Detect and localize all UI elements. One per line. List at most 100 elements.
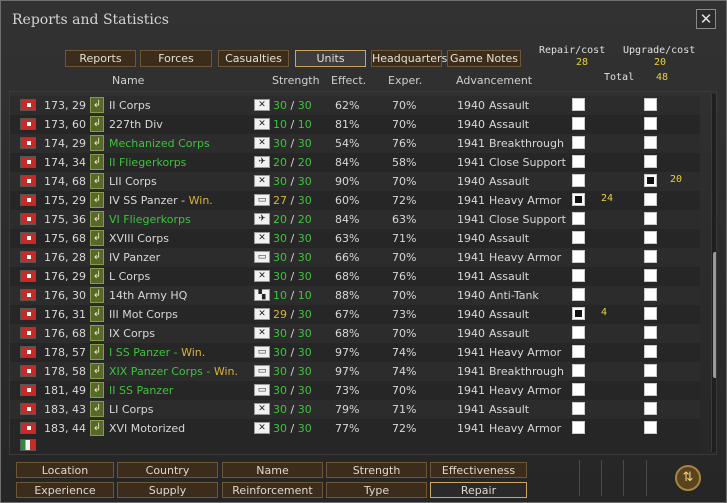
unit-name-text: LII Corps xyxy=(109,175,157,188)
repair-checkbox[interactable] xyxy=(572,345,585,358)
flag-icon xyxy=(20,327,36,339)
table-row[interactable]: 183, 43 ↲ LI Corps ✕ 30 / 30 79% 71% 1941 Assaul… xyxy=(10,400,700,419)
upgrade-checkbox[interactable] xyxy=(644,174,657,187)
table-row[interactable]: 181, 49 ↲ II SS Panzer ▭ 30 / 30 73% 70% 1941 He… xyxy=(10,381,700,400)
repair-checkbox[interactable] xyxy=(572,231,585,244)
unit-experience: 70% xyxy=(392,99,417,112)
table-row[interactable]: 175, 68 ↲ XVIII Corps ✕ 30 / 30 63% 71% 1940 Ass… xyxy=(10,229,700,248)
divider xyxy=(601,460,602,496)
repair-checkbox[interactable] xyxy=(572,421,585,434)
upgrade-checkbox[interactable] xyxy=(644,288,657,301)
table-row[interactable]: 175, 36 ↲ VI Fliegerkorps ✈ 20 / 20 84% 63% 194… xyxy=(10,210,700,229)
upgrade-checkbox[interactable] xyxy=(644,98,657,111)
repair-checkbox[interactable] xyxy=(572,269,585,282)
unit-strength: 20 / 20 xyxy=(273,213,312,226)
repair-checkbox[interactable] xyxy=(572,117,585,130)
tab-reports[interactable]: Reports xyxy=(65,50,136,67)
vertical-scrollbar[interactable] xyxy=(711,94,716,452)
sort-button-country[interactable]: Country xyxy=(117,462,218,478)
table-row[interactable]: 173, 29 ↲ II Corps ✕ 30 / 30 62% 70% 1940 Assaul… xyxy=(10,96,700,115)
table-row[interactable]: 175, 29 ↲ IV SS Panzer - Win. ▭ 27 / 30 60% 72… xyxy=(10,191,700,210)
tab-game-notes[interactable]: Game Notes xyxy=(447,50,521,67)
upgrade-checkbox[interactable] xyxy=(644,250,657,263)
table-row[interactable]: 178, 57 ↲ I SS Panzer - Win. ▭ 30 / 30 97% 74%… xyxy=(10,343,700,362)
repair-checkbox[interactable] xyxy=(572,193,585,206)
col-header-advancement: Advancement xyxy=(456,74,533,87)
upgrade-checkbox[interactable] xyxy=(644,155,657,168)
upgrade-checkbox[interactable] xyxy=(644,307,657,320)
unit-experience: 72% xyxy=(392,194,417,207)
upgrade-checkbox[interactable] xyxy=(644,345,657,358)
table-row[interactable]: 174, 29 ↲ Mechanized Corps ✕ 30 / 30 54% 76% 19… xyxy=(10,134,700,153)
close-icon: ✕ xyxy=(699,10,713,28)
repair-checkbox[interactable] xyxy=(572,364,585,377)
sort-button-repair[interactable]: Repair xyxy=(430,482,527,498)
table-row[interactable]: 176, 30 ↲ 14th Army HQ ▚ 10 / 10 88% 70% 1940 An… xyxy=(10,286,700,305)
sort-button-type[interactable]: Type xyxy=(326,482,427,498)
upgrade-checkbox[interactable] xyxy=(644,136,657,149)
unit-experience: 76% xyxy=(392,270,417,283)
sort-button-location[interactable]: Location xyxy=(16,462,114,478)
repair-checkbox[interactable] xyxy=(572,155,585,168)
sort-button-strength[interactable]: Strength xyxy=(326,462,427,478)
armor-icon: ▭ xyxy=(254,346,270,358)
strength-current: 30 xyxy=(273,175,287,188)
repair-checkbox[interactable] xyxy=(572,136,585,149)
tab-forces[interactable]: Forces xyxy=(140,50,212,67)
sort-button-reinforcement[interactable]: Reinforcement xyxy=(222,482,323,498)
upgrade-checkbox[interactable] xyxy=(644,117,657,130)
strength-max: 20 xyxy=(297,213,312,226)
upgrade-checkbox[interactable] xyxy=(644,193,657,206)
upgrade-checkbox[interactable] xyxy=(644,231,657,244)
repair-checkbox[interactable] xyxy=(572,98,585,111)
sort-button-name[interactable]: Name xyxy=(222,462,323,478)
close-button[interactable]: ✕ xyxy=(696,9,716,29)
repair-checkbox[interactable] xyxy=(572,212,585,225)
flag-icon xyxy=(20,251,36,263)
repair-checkbox[interactable] xyxy=(572,307,585,320)
sort-order-button[interactable]: ⇅ xyxy=(675,465,701,491)
upgrade-checkbox[interactable] xyxy=(644,364,657,377)
sort-button-effectiveness[interactable]: Effectiveness xyxy=(430,462,527,478)
table-row-partial[interactable] xyxy=(10,436,700,454)
advancement-type: Assault xyxy=(489,308,530,321)
repair-checkbox[interactable] xyxy=(572,402,585,415)
repair-checkbox[interactable] xyxy=(572,250,585,263)
upgrade-cost-value: 20 xyxy=(654,57,667,68)
infantry-icon: ✕ xyxy=(254,308,270,320)
repair-checkbox[interactable] xyxy=(572,288,585,301)
unit-strength: 10 / 10 xyxy=(273,289,312,302)
upgrade-checkbox[interactable] xyxy=(644,269,657,282)
advancement-type: Breakthrough xyxy=(489,365,564,378)
unit-strength: 30 / 30 xyxy=(273,365,312,378)
table-row[interactable]: 178, 58 ↲ XIX Panzer Corps - Win. ▭ 30 / 30 9… xyxy=(10,362,700,381)
col-header-effect: Effect. xyxy=(331,74,367,87)
table-row[interactable]: 176, 28 ↲ IV Panzer ▭ 30 / 30 66% 70% 1941 Heavy… xyxy=(10,248,700,267)
repair-checkbox[interactable] xyxy=(572,326,585,339)
unit-name-text: XVIII Corps xyxy=(109,232,169,245)
upgrade-checkbox[interactable] xyxy=(644,326,657,339)
repair-checkbox[interactable] xyxy=(572,383,585,396)
unit-experience: 76% xyxy=(392,137,417,150)
scrollbar-thumb[interactable] xyxy=(713,252,716,378)
sort-button-supply[interactable]: Supply xyxy=(117,482,218,498)
sort-button-experience[interactable]: Experience xyxy=(16,482,114,498)
table-row[interactable]: 174, 34 ↲ II Fliegerkorps ✈ 20 / 20 84% 58% 194… xyxy=(10,153,700,172)
repair-checkbox[interactable] xyxy=(572,174,585,187)
upgrade-checkbox[interactable] xyxy=(644,421,657,434)
unit-experience: 74% xyxy=(392,346,417,359)
tab-casualties[interactable]: Casualties xyxy=(218,50,289,67)
strength-current: 20 xyxy=(273,213,287,226)
table-row[interactable]: 173, 60 ↲ 227th Div ✕ 10 / 10 81% 70% 1940 Assau… xyxy=(10,115,700,134)
table-row[interactable]: 176, 29 ↲ L Corps ✕ 30 / 30 68% 76% 1941 Assault xyxy=(10,267,700,286)
tab-headquarters[interactable]: Headquarters xyxy=(371,50,447,67)
strength-current: 20 xyxy=(273,156,287,169)
upgrade-checkbox[interactable] xyxy=(644,212,657,225)
table-row[interactable]: 174, 68 ↲ LII Corps ✕ 30 / 30 90% 70% 1940 Assau… xyxy=(10,172,700,191)
upgrade-checkbox[interactable] xyxy=(644,402,657,415)
tab-units[interactable]: Units xyxy=(295,50,366,67)
table-row[interactable]: 176, 68 ↲ IX Corps ✕ 30 / 30 68% 70% 1940 Assaul… xyxy=(10,324,700,343)
upgrade-checkbox[interactable] xyxy=(644,383,657,396)
advancement-type: Heavy Armor xyxy=(489,346,562,359)
table-row[interactable]: 176, 31 ↲ III Mot Corps ✕ 29 / 30 67% 73% 1940 A… xyxy=(10,305,700,324)
